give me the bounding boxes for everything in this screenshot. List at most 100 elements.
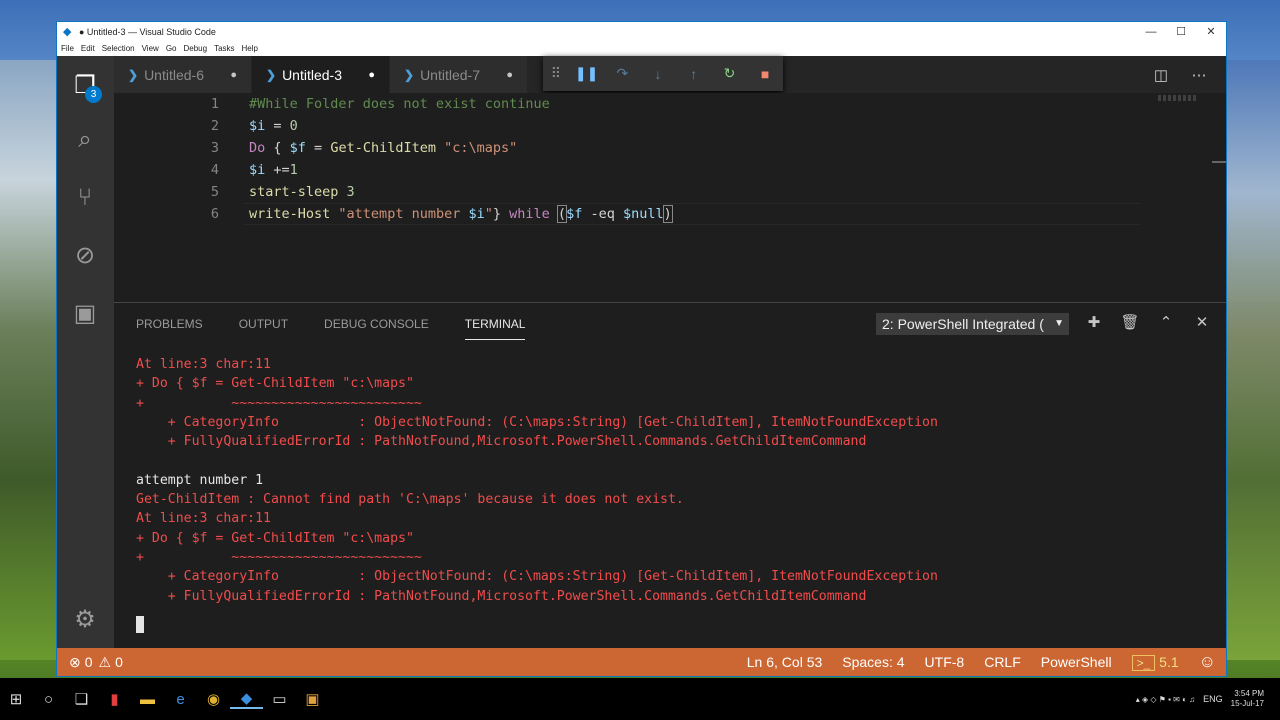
tab-terminal[interactable]: TERMINAL [464, 317, 525, 340]
kill-terminal-trash-icon[interactable]: 🗑 [1112, 313, 1148, 331]
menu-help[interactable]: Help [242, 44, 258, 53]
terminal-selector[interactable]: 2: PowerShell Integrated ( ▼ [876, 313, 1069, 335]
indentation[interactable]: Spaces: 4 [842, 654, 904, 670]
powershell-file-icon: ❯ [266, 67, 277, 82]
line-number: 4 [210, 162, 219, 178]
menu-tasks[interactable]: Tasks [214, 44, 234, 53]
menu-file[interactable]: File [61, 44, 74, 53]
new-terminal-icon[interactable]: ✚ [1076, 313, 1112, 331]
tab-debug-console[interactable]: DEBUG CONSOLE [324, 317, 429, 331]
windows-start-icon[interactable]: ⊞ [0, 690, 32, 708]
powershell-version-label: 5.1 [1159, 654, 1179, 670]
vscode-taskbar-icon[interactable]: ◆ [230, 689, 263, 709]
terminal-line: + CategoryInfo : ObjectNotFound: (C:\map… [136, 569, 938, 585]
feedback-smiley-icon[interactable]: ☺ [1199, 652, 1216, 672]
task-view-icon[interactable]: ❑ [65, 690, 98, 708]
tab-label: Untitled-7 [420, 66, 480, 83]
settings-gear-icon[interactable]: ⚙ [69, 604, 101, 636]
drag-handle-icon[interactable]: ⠿ [543, 65, 569, 82]
close-panel-icon[interactable]: ✕ [1184, 313, 1220, 331]
search-icon[interactable]: ⌕ [69, 124, 101, 156]
menu-selection[interactable]: Selection [102, 44, 135, 53]
split-editor-icon[interactable]: ◫ [1142, 66, 1180, 84]
pdf-app-icon[interactable]: ▮ [98, 690, 131, 708]
maximize-button[interactable]: ☐ [1166, 25, 1196, 38]
edge-browser-icon[interactable]: e [164, 691, 197, 708]
warning-count[interactable]: 0 [115, 654, 123, 670]
unsaved-dot-icon[interactable]: ● [230, 69, 237, 81]
menu-view[interactable]: View [142, 44, 159, 53]
error-count[interactable]: 0 [85, 654, 93, 670]
terminal-taskbar-icon[interactable]: ▭ [263, 690, 296, 708]
step-out-icon[interactable]: ↑ [676, 66, 712, 82]
menu-edit[interactable]: Edit [81, 44, 95, 53]
tab-problems[interactable]: PROBLEMS [136, 317, 203, 331]
maximize-panel-icon[interactable]: ⌃ [1148, 313, 1184, 331]
tab-untitled-7[interactable]: ❯ Untitled-7 ● [390, 56, 528, 93]
powershell-file-icon: ❯ [404, 67, 415, 82]
file-explorer-icon[interactable]: ▬ [131, 691, 164, 708]
code-line-4[interactable]: $i +=1 [249, 159, 298, 181]
source-control-icon[interactable]: ⑂ [69, 182, 101, 214]
stop-icon[interactable]: ■ [747, 66, 783, 82]
terminal-line: + FullyQualifiedErrorId : PathNotFound,M… [136, 588, 867, 604]
terminal-selector-value: 2: PowerShell Integrated ( [882, 316, 1044, 332]
terminal-line: + CategoryInfo : ObjectNotFound: (C:\map… [136, 414, 938, 430]
close-window-button[interactable]: ✕ [1196, 25, 1226, 38]
terminal-line: At line:3 char:11 [136, 357, 271, 372]
desktop-wallpaper-left [0, 60, 56, 660]
extensions-icon[interactable]: ▣ [69, 298, 101, 330]
vscode-logo-icon: ◆ [63, 25, 72, 38]
chevron-down-icon: ▼ [1054, 318, 1064, 329]
terminal-line: + ~~~~~~~~~~~~~~~~~~~~~~~~ [136, 549, 422, 565]
clock[interactable]: 3:54 PM 15-Jul-17 [1231, 689, 1264, 709]
input-language[interactable]: ENG [1203, 694, 1223, 704]
minimize-button[interactable]: — [1136, 26, 1166, 38]
code-line-2[interactable]: $i = 0 [249, 115, 298, 137]
powershell-file-icon: ❯ [128, 67, 139, 82]
warnings-icon[interactable]: ⚠ [99, 654, 112, 671]
menu-go[interactable]: Go [166, 44, 177, 53]
code-line-1[interactable]: #While Folder does not exist continue [249, 93, 550, 115]
menu-bar: File Edit Selection View Go Debug Tasks … [57, 41, 1226, 56]
encoding[interactable]: UTF-8 [925, 654, 965, 670]
pause-icon[interactable]: ❚❚ [569, 65, 605, 82]
tray-icons[interactable]: ▴ ◈ ◇ ⚑ ▪ ✉ ◐ ♫ [1136, 695, 1195, 704]
clock-time: 3:54 PM [1234, 689, 1264, 698]
presentation-app-icon[interactable]: ▣ [296, 690, 329, 708]
line-number: 2 [210, 118, 219, 134]
cortana-search-icon[interactable]: ○ [32, 691, 65, 708]
step-into-icon[interactable]: ↓ [640, 66, 676, 82]
vscode-window: ◆ ● Untitled-3 — Visual Studio Code — ☐ … [56, 21, 1227, 677]
line-ending[interactable]: CRLF [984, 654, 1021, 670]
code-line-5[interactable]: start-sleep 3 [249, 181, 355, 203]
tab-output[interactable]: OUTPUT [239, 317, 288, 331]
terminal-line: + ~~~~~~~~~~~~~~~~~~~~~~~~ [136, 395, 422, 411]
debug-icon[interactable]: ⊘ [69, 240, 101, 272]
menu-debug[interactable]: Debug [183, 44, 207, 53]
editor-tabs: ❯ Untitled-6 ● ❯ Untitled-3 ● ❯ Untitled… [114, 56, 1226, 93]
step-over-icon[interactable]: ↷ [604, 65, 640, 82]
tab-untitled-3[interactable]: ❯ Untitled-3 ● [252, 56, 390, 93]
desktop-wallpaper-right [1226, 60, 1280, 660]
restart-icon[interactable]: ↻ [712, 65, 748, 82]
title-bar: ◆ ● Untitled-3 — Visual Studio Code — ☐ … [57, 22, 1226, 41]
cursor-position[interactable]: Ln 6, Col 53 [747, 654, 823, 670]
more-actions-icon[interactable]: ⋯ [1180, 66, 1218, 84]
powershell-version[interactable]: >_ 5.1 [1131, 654, 1179, 671]
windows-taskbar: ⊞ ○ ❑ ▮ ▬ e ◉ ◆ ▭ ▣ ▴ ◈ ◇ ⚑ ▪ ✉ ◐ ♫ ENG … [0, 678, 1280, 720]
errors-icon[interactable]: ⊗ [69, 654, 81, 671]
code-line-6[interactable]: write-Host "attempt number $i"} while ($… [249, 203, 673, 225]
terminal-cursor [136, 616, 144, 633]
tab-untitled-6[interactable]: ❯ Untitled-6 ● [114, 56, 252, 93]
terminal-line: + Do { $f = Get-ChildItem "c:\maps" [136, 376, 414, 392]
line-number: 1 [210, 96, 219, 112]
language-mode[interactable]: PowerShell [1041, 654, 1112, 670]
unsaved-dot-icon[interactable]: ● [506, 69, 513, 81]
code-editor[interactable]: 1 #While Folder does not exist continue … [114, 93, 1226, 302]
terminal-line: + Do { $f = Get-ChildItem "c:\maps" [136, 530, 414, 546]
code-line-3[interactable]: Do { $f = Get-ChildItem "c:\maps" [249, 137, 517, 159]
terminal-output[interactable]: At line:3 char:11 + Do { $f = Get-ChildI… [136, 355, 938, 606]
chrome-browser-icon[interactable]: ◉ [197, 690, 230, 708]
unsaved-dot-icon[interactable]: ● [368, 69, 375, 81]
